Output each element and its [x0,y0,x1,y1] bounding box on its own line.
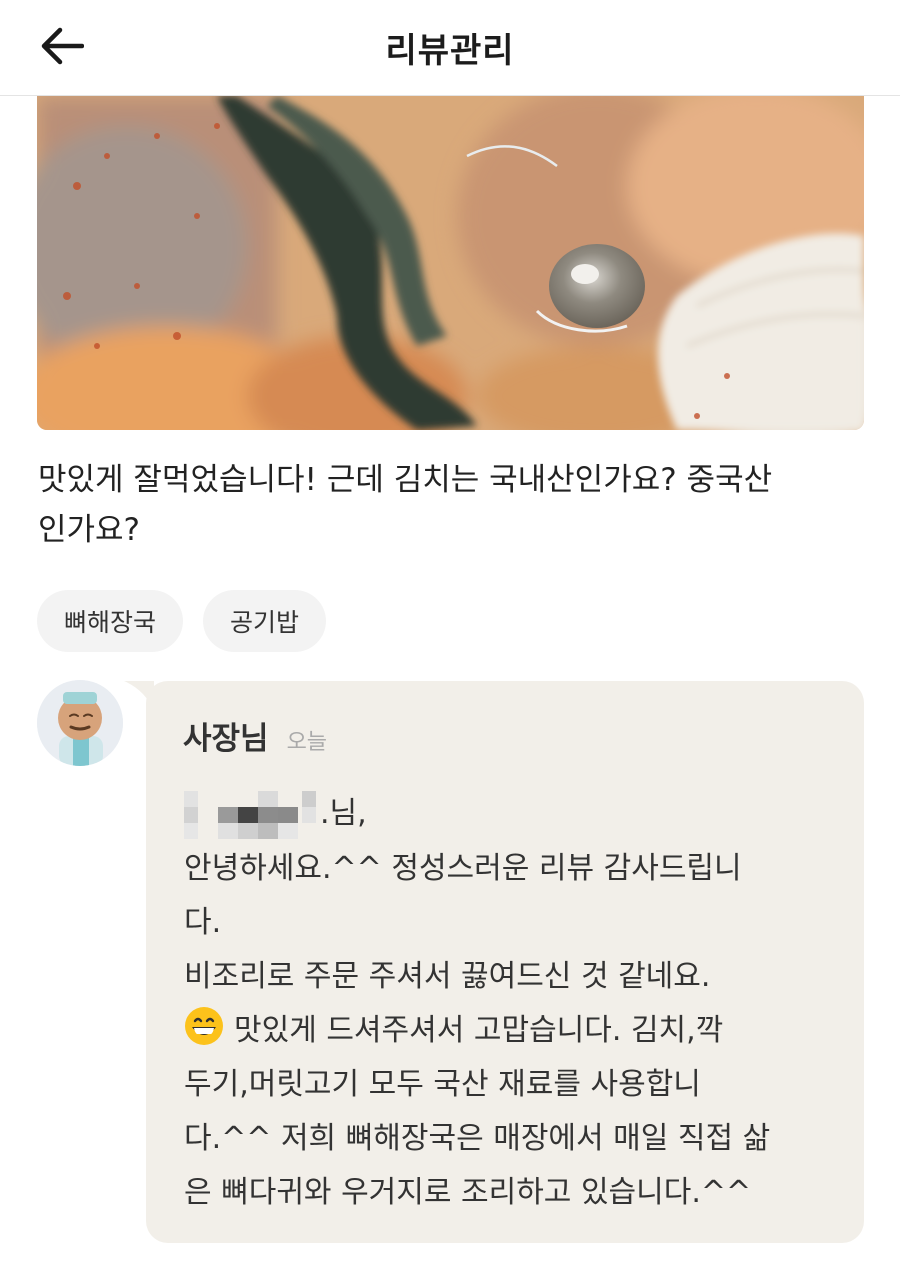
arrow-left-icon [41,27,84,65]
reply-line: 비조리로 주문 주셔서 끓여드신 것 같네요. [184,958,711,994]
reply-line: 다.^^ 저희 뼈해장국은 매장에서 매일 직접 삶 [184,1120,771,1156]
reply-line-with-emoji: 맛있게 드셔주셔서 고맙습니다. 김치,깍 [184,1004,844,1058]
reply-body: .님, 안녕하세요.^^ 정성스러운 리뷰 감사드립니 다. 비조리로 주문 주… [184,787,844,1220]
app-header: 리뷰관리 [0,0,900,96]
grinning-face-icon [185,1006,223,1045]
owner-line: 사장님 오늘 [183,713,327,758]
review-text-line: 맛있게 잘먹었습니다! 근데 김치는 국내산인가요? 중국산 [38,462,773,498]
greeting-suffix: .님, [320,796,367,831]
menu-tag: 뼈해장국 [37,590,184,652]
review-photo[interactable] [37,96,864,430]
menu-tags: 뼈해장국 공기밥 [37,590,327,652]
reply-greeting: .님, [184,787,844,842]
bubble-tail [124,681,154,711]
reply-line: 은 뼈다귀와 우거지로 조리하고 있습니다.^^ [184,1174,752,1210]
reply-line: 두기,머릿고기 모두 국산 재료를 사용합니 [184,1066,701,1102]
reply-line: 안녕하세요.^^ 정성스러운 리뷰 감사드립니 [184,850,742,886]
owner-name: 사장님 [183,721,269,757]
owner-avatar [37,680,123,766]
page-title: 리뷰관리 [385,31,515,71]
menu-tag: 공기밥 [203,590,327,652]
reply-line: 맛있게 드셔주셔서 고맙습니다. 김치,깍 [234,1012,724,1048]
owner-reply-bubble: 사장님 오늘 .님, 안녕하세요.^^ 정성스러운 리뷰 감사드립니 다. 비조… [124,681,864,1243]
blurred-customer-name [184,787,318,842]
reply-date: 오늘 [286,730,328,755]
back-button[interactable] [30,18,94,74]
review-text-line: 인가요? [38,512,141,548]
reply-line: 다. [184,904,222,940]
review-text: 맛있게 잘먹었습니다! 근데 김치는 국내산인가요? 중국산 인가요? [38,455,868,555]
